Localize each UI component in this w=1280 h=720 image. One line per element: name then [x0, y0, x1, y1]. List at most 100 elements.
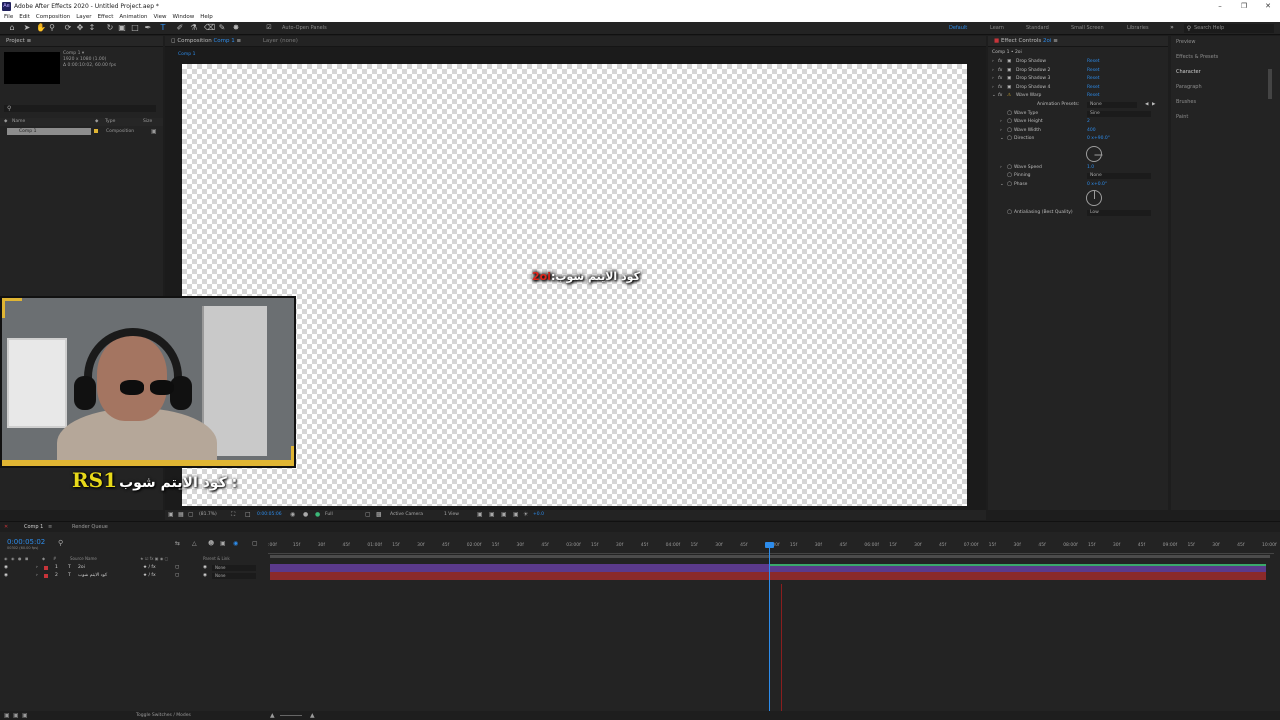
next-preset-icon[interactable]: ▶ [1152, 101, 1155, 109]
toggle-pixel-icon[interactable]: ▣ [477, 510, 483, 520]
prev-preset-icon[interactable]: ◀ [1145, 101, 1148, 109]
source-name-column[interactable]: Source Name [70, 556, 97, 561]
reset-link[interactable]: Reset [1087, 67, 1100, 75]
wave-width-value[interactable]: 400 [1087, 127, 1096, 135]
expand-arrow-icon[interactable]: › [992, 84, 994, 92]
effect-toggle-icon[interactable]: ▣ [1007, 58, 1011, 66]
home-icon[interactable]: ⌂ [8, 24, 16, 32]
zoom-slider[interactable] [280, 715, 302, 716]
comp-mini-flowchart-icon[interactable]: ⇆ [175, 540, 180, 547]
composition-tab-name[interactable]: Comp 1 [213, 38, 234, 44]
parent-select[interactable]: None [212, 573, 256, 579]
panel-paragraph[interactable]: Paragraph [1176, 84, 1202, 90]
audio-switch-icon[interactable]: ◉ [11, 556, 15, 561]
fx-icon[interactable]: fx [998, 67, 1002, 75]
stopwatch-icon[interactable]: ◯ [1007, 118, 1012, 126]
panel-menu-icon[interactable]: ≡ [27, 38, 32, 44]
exposure-icon[interactable]: ☀ [523, 510, 528, 520]
pan-camera-icon[interactable]: ✥ [76, 24, 84, 32]
stopwatch-icon[interactable]: ◯ [1007, 127, 1012, 135]
label-swatch[interactable] [44, 566, 48, 570]
zoom-out-icon[interactable]: ▲ [270, 711, 275, 720]
motion-blur-layer-icon[interactable]: ▢ [175, 564, 179, 572]
resolution-select[interactable]: Full [325, 510, 333, 520]
always-preview-icon[interactable]: ▣ [168, 510, 174, 520]
menu-effect[interactable]: Effect [95, 13, 117, 22]
roto-brush-icon[interactable]: ✎ [218, 24, 226, 32]
playhead-handle[interactable] [765, 542, 774, 548]
col-name[interactable]: Name [12, 118, 25, 126]
effect-drop-shadow[interactable]: › fx ▣ Drop Shadow Reset [988, 58, 1168, 66]
parent-link-column[interactable]: Parent & Link [203, 556, 230, 561]
motion-blur-layer-icon[interactable]: ▢ [175, 572, 179, 580]
search-help-input[interactable]: Search Help [1184, 24, 1274, 33]
layer-name[interactable]: كود الايتم شوب [78, 572, 107, 580]
reset-link[interactable]: Reset [1087, 75, 1100, 83]
in-out-toggle-icon[interactable]: ▣ [22, 711, 28, 720]
expand-arrow-icon[interactable]: › [36, 564, 38, 572]
effect-toggle-icon[interactable]: ▣ [1007, 84, 1011, 92]
label-column-icon[interactable]: ◆ [42, 556, 45, 561]
phase-value[interactable]: 0 x+0.0° [1087, 181, 1107, 189]
effect-drop-shadow-3[interactable]: › fx ▣ Drop Shadow 3 Reset [988, 75, 1168, 83]
solo-switch-icon[interactable]: ● [18, 556, 22, 561]
reset-link[interactable]: Reset [1087, 92, 1100, 100]
layer-2-bar[interactable] [270, 572, 1266, 580]
pick-whip-icon[interactable]: ◉ [203, 564, 207, 572]
orbit-camera-icon[interactable]: ⟳ [64, 24, 72, 32]
mask-visibility-icon[interactable]: ▢ [188, 510, 194, 520]
menu-layer[interactable]: Layer [73, 13, 94, 22]
layer-switches-toggle-icon[interactable]: ▣ [4, 711, 10, 720]
workspace-learn[interactable]: Learn [990, 25, 1004, 31]
region-of-interest-icon[interactable]: ▢ [365, 510, 371, 520]
tag-icon[interactable]: ◆ [95, 118, 98, 126]
project-item-row[interactable]: Comp 1 Composition ▣ [7, 128, 161, 135]
clone-stamp-icon[interactable]: ⚗ [190, 24, 198, 32]
effect-controls-layer[interactable]: 2oi [1043, 38, 1051, 44]
type-tool-icon[interactable]: T [159, 24, 167, 32]
transfer-controls-icon[interactable]: ▣ [13, 711, 19, 720]
stopwatch-icon[interactable]: ◯ [1007, 209, 1012, 217]
layer-tab[interactable]: Layer (none) [263, 38, 298, 44]
parent-select[interactable]: None [212, 565, 256, 571]
workspace-default[interactable]: Default [949, 25, 967, 31]
frame-blending-icon[interactable]: ▣ [220, 540, 226, 547]
current-time-display[interactable]: 0:00:05:02 [7, 538, 45, 546]
reset-link[interactable]: Reset [1087, 58, 1100, 66]
graph-editor-icon[interactable]: ▢ [252, 540, 258, 547]
rotation-tool-icon[interactable]: ↻ [106, 24, 114, 32]
col-size[interactable]: Size [143, 118, 152, 126]
menu-composition[interactable]: Composition [33, 13, 73, 22]
expand-arrow-icon[interactable]: › [992, 67, 994, 75]
minimize-icon[interactable]: – [1208, 0, 1232, 13]
effect-toggle-icon[interactable]: ▣ [1007, 67, 1011, 75]
layer-switches-icon[interactable]: ★ / fx [143, 572, 156, 580]
lock-icon[interactable]: ◻ [171, 38, 176, 44]
panel-menu-icon[interactable]: ≡ [48, 522, 52, 532]
effect-toggle-icon[interactable]: ▣ [1007, 75, 1011, 83]
direction-dial[interactable] [1086, 146, 1103, 162]
color-channel-icon[interactable]: ● [315, 510, 320, 520]
direction-value[interactable]: 0 x+90.0° [1087, 135, 1110, 143]
transparency-grid-icon[interactable]: ▩ [376, 510, 382, 520]
animation-presets-select[interactable]: None [1087, 102, 1137, 108]
label-swatch[interactable] [44, 574, 48, 578]
tab-comp-1[interactable]: Comp 1 [24, 522, 43, 532]
label-column-icon[interactable]: ◆ [4, 118, 7, 126]
motion-blur-icon[interactable]: ◉ [233, 540, 238, 547]
lock-switch-icon[interactable]: ◼ [25, 556, 28, 561]
effect-drop-shadow-2[interactable]: › fx ▣ Drop Shadow 2 Reset [988, 67, 1168, 75]
panel-character[interactable]: Character [1176, 69, 1201, 75]
menu-edit[interactable]: Edit [16, 13, 33, 22]
col-type[interactable]: Type [105, 118, 115, 126]
playhead[interactable] [769, 542, 770, 720]
panel-paint[interactable]: Paint [1176, 114, 1188, 120]
workspace-overflow-icon[interactable]: » [1168, 24, 1176, 32]
composition-canvas[interactable]: كود الايتم شوب:2oi [182, 64, 967, 506]
zoom-tool-icon[interactable]: ⚲ [48, 24, 56, 32]
layer-row-2[interactable]: ◉ › 2 T كود الايتم شوب ★ / fx ▢ ◉ None [0, 572, 268, 580]
panel-menu-icon[interactable]: ≡ [237, 38, 242, 44]
workspace-small-screen[interactable]: Small Screen [1071, 25, 1104, 31]
panel-effects-presets[interactable]: Effects & Presets [1176, 54, 1218, 60]
layer-name[interactable]: 2oi [78, 564, 85, 572]
